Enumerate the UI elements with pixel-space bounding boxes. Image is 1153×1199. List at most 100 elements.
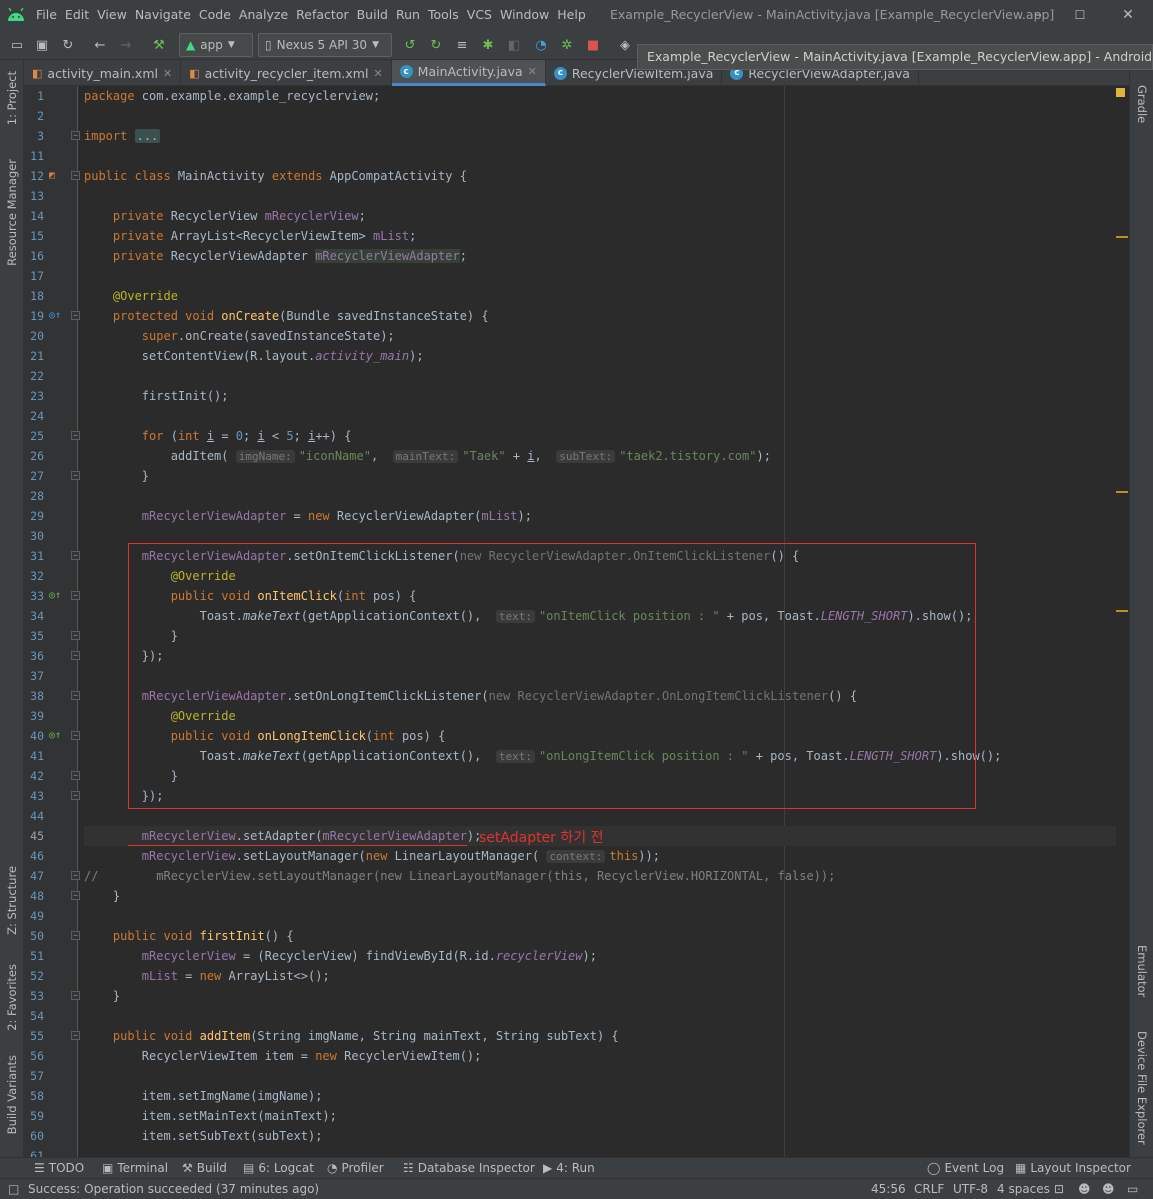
fold-toggle-icon[interactable]: − bbox=[71, 551, 80, 560]
warning-indicator-icon[interactable] bbox=[1116, 88, 1125, 97]
fold-toggle-icon[interactable]: − bbox=[71, 791, 80, 800]
coverage-icon[interactable]: ✲ bbox=[556, 34, 578, 56]
fold-toggle-icon[interactable]: − bbox=[71, 991, 80, 1000]
project-tool-tab[interactable]: 1: Project bbox=[0, 66, 24, 130]
fold-toggle-icon[interactable]: − bbox=[71, 771, 80, 780]
code-line: protected void onCreate(Bundle savedInst… bbox=[112, 309, 489, 323]
todo-tool-button[interactable]: ☰ TODO bbox=[34, 1158, 84, 1179]
tab-main-activity-java[interactable]: c MainActivity.java ✕ bbox=[391, 60, 546, 86]
close-icon[interactable]: ✕ bbox=[373, 67, 382, 80]
event-log-tool-button[interactable]: ◯ Event Log bbox=[927, 1158, 1004, 1179]
gradle-tool-tab[interactable]: Gradle bbox=[1130, 80, 1153, 128]
profiler-tool-button[interactable]: ◔ Profiler bbox=[327, 1158, 384, 1179]
menu-help[interactable]: Help bbox=[553, 0, 590, 30]
line-number: 33 ◎↑ − bbox=[24, 586, 80, 606]
database-inspector-tool-button[interactable]: ☷ Database Inspector bbox=[403, 1158, 535, 1179]
build-tool-button[interactable]: ⚒ Build bbox=[182, 1158, 227, 1179]
minimize-button[interactable]: – bbox=[1015, 0, 1061, 30]
forward-arrow-icon[interactable]: → bbox=[115, 34, 137, 56]
run-config-select[interactable]: ▲ app ▼ bbox=[179, 33, 253, 57]
layout-inspector-tool-button[interactable]: ▦ Layout Inspector bbox=[1015, 1158, 1131, 1179]
gutter-marker-icon[interactable]: ◎↑ bbox=[49, 586, 61, 606]
gutter-marker-icon[interactable]: ◩ bbox=[49, 166, 55, 186]
fold-toggle-icon[interactable]: − bbox=[71, 311, 80, 320]
menu-navigate[interactable]: Navigate bbox=[131, 0, 195, 30]
code-line: for (int i = 0; i < 5; i++) { bbox=[141, 429, 352, 443]
maximize-button[interactable]: ☐ bbox=[1057, 0, 1103, 30]
rerun-icon[interactable]: ↺ bbox=[399, 34, 421, 56]
menu-view[interactable]: View bbox=[93, 0, 131, 30]
back-arrow-icon[interactable]: ← bbox=[89, 34, 111, 56]
fold-toggle-icon[interactable]: − bbox=[71, 171, 80, 180]
save-icon[interactable]: ▣ bbox=[31, 34, 53, 56]
profile-icon[interactable]: ◔ bbox=[530, 34, 552, 56]
apply-changes-icon[interactable]: ↻ bbox=[425, 34, 447, 56]
close-icon[interactable]: ✕ bbox=[528, 65, 537, 78]
stop-icon[interactable]: ■ bbox=[582, 34, 604, 56]
attach-debugger-icon[interactable]: ◧ bbox=[503, 34, 525, 56]
menu-code[interactable]: Code bbox=[195, 0, 235, 30]
fold-toggle-icon[interactable]: − bbox=[71, 631, 80, 640]
device-file-explorer-tool-tab[interactable]: Device File Explorer bbox=[1130, 1026, 1153, 1150]
memory-indicator-icon[interactable]: ☻ bbox=[1102, 1179, 1115, 1199]
gutter-marker-icon[interactable]: ◎↑ bbox=[49, 726, 61, 746]
line-number: 40 ◎↑ − bbox=[24, 726, 80, 746]
fold-toggle-icon[interactable]: − bbox=[71, 471, 80, 480]
device-select[interactable]: ▯ Nexus 5 API 30 ▼ bbox=[258, 33, 392, 57]
gutter-marker-icon[interactable]: ◎↑ bbox=[49, 306, 61, 326]
sync-icon[interactable]: ↻ bbox=[57, 34, 79, 56]
menu-run[interactable]: Run bbox=[392, 0, 424, 30]
fold-toggle-icon[interactable]: − bbox=[71, 431, 80, 440]
build-variants-tool-tab[interactable]: Build Variants bbox=[0, 1050, 24, 1140]
error-stripe[interactable] bbox=[1113, 86, 1128, 1157]
fold-toggle-icon[interactable]: − bbox=[71, 651, 80, 660]
stripe-mark[interactable] bbox=[1116, 236, 1128, 238]
favorites-tool-tab[interactable]: 2: Favorites bbox=[0, 955, 24, 1039]
fold-toggle-icon[interactable]: − bbox=[71, 1031, 80, 1040]
hammer-build-icon[interactable]: ⚒ bbox=[148, 34, 170, 56]
code-area[interactable]: package com.example.example_recyclerview… bbox=[84, 86, 1124, 1157]
indent-setting[interactable]: 4 spaces bbox=[997, 1179, 1050, 1199]
caret-position[interactable]: 45:56 bbox=[871, 1179, 906, 1199]
close-button[interactable]: ✕ bbox=[1105, 0, 1151, 30]
line-separator[interactable]: CRLF bbox=[914, 1179, 944, 1199]
debug-icon[interactable]: ✱ bbox=[477, 34, 499, 56]
structure-tool-tab[interactable]: Z: Structure bbox=[0, 858, 24, 942]
logcat-tool-button[interactable]: ▤ 6: Logcat bbox=[243, 1158, 314, 1179]
resource-manager-tool-tab[interactable]: Resource Manager bbox=[0, 152, 24, 272]
tab-activity-main-xml[interactable]: ◧ activity_main.xml ✕ bbox=[24, 60, 182, 86]
menu-file[interactable]: File bbox=[32, 0, 61, 30]
fold-toggle-icon[interactable]: − bbox=[71, 591, 80, 600]
fold-toggle-icon[interactable]: − bbox=[71, 691, 80, 700]
fold-toggle-icon[interactable]: − bbox=[71, 891, 80, 900]
fold-toggle-icon[interactable]: − bbox=[71, 871, 80, 880]
apply-code-changes-icon[interactable]: ≡ bbox=[451, 34, 473, 56]
tab-activity-recycler-item-xml[interactable]: ◧ activity_recycler_item.xml ✕ bbox=[181, 60, 392, 86]
close-icon[interactable]: ✕ bbox=[163, 67, 172, 80]
menu-window[interactable]: Window bbox=[496, 0, 553, 30]
stripe-mark[interactable] bbox=[1116, 610, 1128, 612]
menu-analyze[interactable]: Analyze bbox=[235, 0, 292, 30]
fold-toggle-icon[interactable]: − bbox=[71, 931, 80, 940]
stripe-mark[interactable] bbox=[1116, 491, 1128, 493]
file-encoding[interactable]: UTF-8 bbox=[953, 1179, 988, 1199]
line-number-text: 59 bbox=[30, 1109, 44, 1123]
line-number-text: 61 bbox=[30, 1149, 44, 1157]
inspection-profile-icon[interactable]: ☻ bbox=[1078, 1179, 1091, 1199]
fold-toggle-icon[interactable]: − bbox=[71, 731, 80, 740]
menu-edit[interactable]: Edit bbox=[61, 0, 93, 30]
line-number-text: 44 bbox=[30, 809, 44, 823]
open-folder-icon[interactable]: ▭ bbox=[6, 34, 28, 56]
menu-refactor[interactable]: Refactor bbox=[292, 0, 352, 30]
notifications-icon[interactable]: ▭ bbox=[1127, 1179, 1138, 1199]
device-manager-icon[interactable]: ◈ bbox=[614, 34, 636, 56]
terminal-tool-button[interactable]: ▣ Terminal bbox=[102, 1158, 168, 1179]
menu-tools[interactable]: Tools bbox=[424, 0, 463, 30]
run-tool-button[interactable]: ▶ 4: Run bbox=[543, 1158, 595, 1179]
fold-toggle-icon[interactable]: − bbox=[71, 131, 80, 140]
menu-build[interactable]: Build bbox=[353, 0, 392, 30]
emulator-tool-tab[interactable]: Emulator bbox=[1130, 936, 1153, 1006]
code-editor[interactable]: 1 2 3−11 12 ◩ −13 14 15 16 17 18 19 ◎↑ −20 21 22 23 24 25−… bbox=[24, 86, 1129, 1157]
lock-icon[interactable]: ⊡ bbox=[1054, 1179, 1064, 1199]
menu-vcs[interactable]: VCS bbox=[463, 0, 496, 30]
